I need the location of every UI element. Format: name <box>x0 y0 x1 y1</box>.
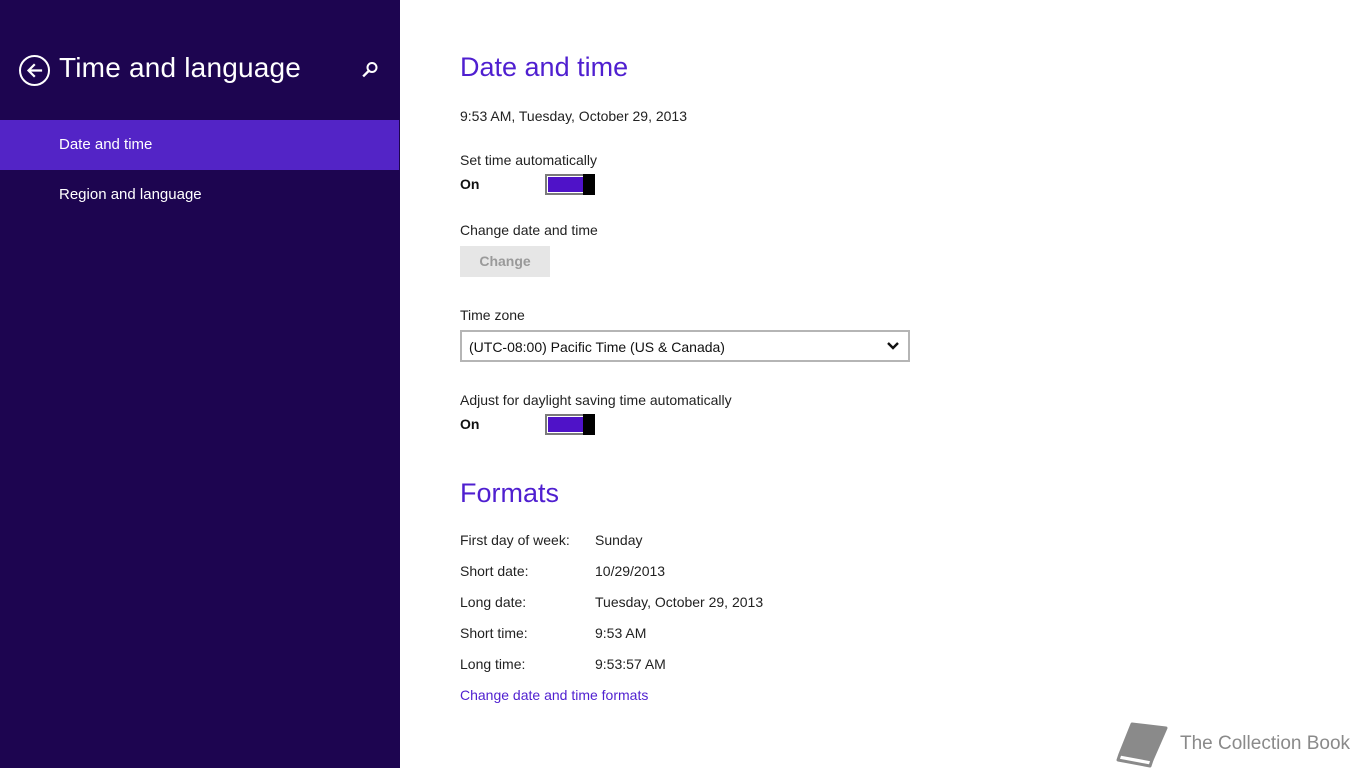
set-time-automatically-state: On <box>460 176 480 192</box>
sidebar-item-region-and-language[interactable]: Region and language <box>0 170 399 220</box>
search-button[interactable] <box>360 60 380 80</box>
main-content: Date and time 9:53 AM, Tuesday, October … <box>400 0 1366 768</box>
format-value: Tuesday, October 29, 2013 <box>595 594 764 610</box>
format-value: 9:53:57 AM <box>595 656 666 672</box>
format-value: 10/29/2013 <box>595 563 666 579</box>
toggle-thumb <box>583 174 595 195</box>
toggle-thumb <box>583 414 595 435</box>
sidebar-header: Time and language <box>0 0 400 120</box>
dst-state: On <box>460 416 480 432</box>
section-heading-date-and-time: Date and time <box>460 52 629 82</box>
time-zone-select[interactable]: (UTC-08:00) Pacific Time (US & Canada) <box>460 330 910 362</box>
change-date-time-label: Change date and time <box>460 222 598 238</box>
change-formats-link[interactable]: Change date and time formats <box>460 687 648 703</box>
format-value: Sunday <box>595 532 643 548</box>
toggle-fill <box>548 417 584 432</box>
back-button[interactable] <box>19 55 50 86</box>
watermark: The Collection Book <box>1114 718 1354 768</box>
sidebar-item-date-and-time[interactable]: Date and time <box>0 120 399 170</box>
change-button[interactable]: Change <box>460 246 550 277</box>
watermark-text: The Collection Book <box>1180 733 1351 754</box>
format-label: First day of week: <box>460 532 570 548</box>
current-date-time: 9:53 AM, Tuesday, October 29, 2013 <box>460 108 687 124</box>
set-time-automatically-toggle[interactable] <box>545 174 595 195</box>
section-heading-formats: Formats <box>460 478 560 508</box>
sidebar: Time and language Date and time Region a… <box>0 0 400 768</box>
book-icon <box>1116 722 1168 768</box>
sidebar-item-label: Region and language <box>59 186 202 203</box>
time-zone-label: Time zone <box>460 307 525 323</box>
format-label: Short time: <box>460 625 528 641</box>
sidebar-item-label: Date and time <box>59 136 153 153</box>
format-label: Long date: <box>460 594 527 610</box>
back-arrow-icon <box>26 63 43 78</box>
toggle-fill <box>548 177 584 192</box>
page-title: Time and language <box>59 52 302 83</box>
format-label: Long time: <box>460 656 526 672</box>
dst-toggle[interactable] <box>545 414 595 435</box>
search-icon <box>362 62 378 78</box>
format-label: Short date: <box>460 563 529 579</box>
set-time-automatically-label: Set time automatically <box>460 152 597 168</box>
dst-label: Adjust for daylight saving time automati… <box>460 392 732 408</box>
time-zone-value: (UTC-08:00) Pacific Time (US & Canada) <box>469 339 725 355</box>
chevron-down-icon <box>887 342 899 350</box>
format-value: 9:53 AM <box>595 625 647 641</box>
